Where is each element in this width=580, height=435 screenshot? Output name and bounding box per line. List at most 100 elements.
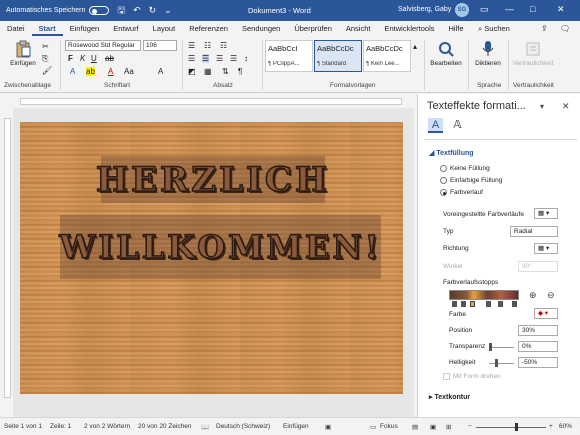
user-name[interactable]: Salvisberg, Gaby <box>398 6 451 13</box>
transparency-slider-thumb[interactable] <box>489 343 492 351</box>
tab-datei[interactable]: Datei <box>0 21 32 36</box>
gradient-stop[interactable] <box>498 301 503 307</box>
customize-icon[interactable]: ⌄ <box>164 5 172 16</box>
checkbox[interactable] <box>443 373 450 380</box>
ruler-scale[interactable] <box>20 98 402 105</box>
web-layout-icon[interactable]: ⊞ <box>446 423 451 431</box>
underline-button[interactable]: U <box>91 54 97 63</box>
font-shrink-button[interactable]: A <box>158 67 163 76</box>
avatar[interactable]: SG <box>455 3 469 17</box>
multilevel-icon[interactable]: ☶ <box>220 41 227 50</box>
font-name-field[interactable]: Rosewood Std Regular <box>65 40 141 51</box>
strikethrough-button[interactable]: ab <box>105 54 114 63</box>
pane-close-icon[interactable]: ✕ <box>562 101 570 112</box>
add-stop-icon[interactable]: ⊕ <box>529 290 537 301</box>
text-box-herzlich[interactable]: HERZLICH <box>95 156 328 203</box>
brightness-slider[interactable] <box>489 363 514 364</box>
search-box[interactable]: ⌕ Suchen <box>478 21 510 36</box>
sort-icon[interactable]: ⇅ <box>222 67 229 76</box>
shading-icon[interactable]: ◩ <box>188 67 196 76</box>
copy-icon[interactable]: ⎘ <box>42 54 48 64</box>
styles-scroll-icon[interactable]: ▴ <box>413 42 417 51</box>
format-painter-icon[interactable]: 🖌 <box>42 66 52 75</box>
minimize-icon[interactable]: — <box>505 4 514 14</box>
bold-button[interactable]: F <box>68 54 73 63</box>
style-standard[interactable]: AaBbCcDc ¶ Standard <box>314 40 362 72</box>
highlight-button[interactable]: ab <box>86 67 95 76</box>
tab-ueberpruefen[interactable]: Überprüfen <box>287 21 339 36</box>
char-count[interactable]: 20 von 20 Zeichen <box>138 423 191 430</box>
zoom-in-icon[interactable]: + <box>549 423 553 430</box>
radio-button[interactable] <box>440 165 447 172</box>
zoom-slider-thumb[interactable] <box>515 423 518 431</box>
vertical-ruler-scale[interactable] <box>4 118 11 398</box>
justify-icon[interactable]: ☰ <box>230 54 237 63</box>
borders-icon[interactable]: ▦ <box>204 67 212 76</box>
angle-field[interactable]: 90° <box>518 261 558 272</box>
focus-label[interactable]: Fokus <box>380 423 398 430</box>
macro-icon[interactable]: ▣ <box>325 423 331 431</box>
radio-button[interactable] <box>440 177 447 184</box>
position-field[interactable]: 30% <box>518 325 558 336</box>
autosave-toggle-group[interactable]: Automatisches Speichern <box>6 6 110 15</box>
close-icon[interactable]: ✕ <box>557 4 565 15</box>
font-size-field[interactable]: 106 <box>143 40 177 51</box>
autosave-toggle[interactable] <box>89 6 110 15</box>
print-layout-icon[interactable]: ▣ <box>430 423 436 431</box>
transparency-slider[interactable] <box>489 347 514 348</box>
pilcrow-icon[interactable]: ¶ <box>238 67 242 76</box>
cut-icon[interactable]: ✂ <box>42 42 49 51</box>
brightness-field[interactable]: -50% <box>518 357 558 368</box>
tab-referenzen[interactable]: Referenzen <box>182 21 235 36</box>
insert-mode[interactable]: Einfügen <box>283 423 309 430</box>
font-grow-button[interactable]: Aa <box>124 67 134 76</box>
share-icon[interactable]: ⇪ <box>541 24 548 33</box>
radio-gradient-fill[interactable]: Farbverlauf <box>440 189 483 196</box>
tab-entwurf[interactable]: Entwurf <box>106 21 145 36</box>
line-spacing-icon[interactable]: ↕ <box>244 54 248 63</box>
gradient-stop[interactable] <box>461 301 466 307</box>
remove-stop-icon[interactable]: ⊖ <box>547 290 555 301</box>
align-right-icon[interactable]: ☰ <box>216 54 223 63</box>
paste-button[interactable]: Einfügen <box>8 40 38 67</box>
proofing-icon[interactable]: 📖 <box>201 423 209 431</box>
ribbon-display-icon[interactable]: ▭ <box>480 4 489 15</box>
style-pclipp[interactable]: AaBbCcI ¶ PClippA... <box>265 40 313 72</box>
italic-button[interactable]: K <box>80 54 85 63</box>
font-color-button[interactable]: A <box>108 67 113 76</box>
comments-icon[interactable]: 🗨 <box>560 24 570 33</box>
word-count[interactable]: 2 von 2 Wörtern <box>84 423 130 430</box>
tab-layout[interactable]: Layout <box>146 21 183 36</box>
color-dropdown[interactable]: ◆ ▾ <box>534 308 558 319</box>
style-kein-leerraum[interactable]: AaBbCcDc ¶ Kein Lee... <box>363 40 411 72</box>
radio-solid-fill[interactable]: Einfarbige Füllung <box>440 177 502 184</box>
tab-einfuegen[interactable]: Einfügen <box>63 21 107 36</box>
type-dropdown[interactable]: Radial <box>510 226 558 237</box>
document-page[interactable]: HERZLICH WILLKOMMEN! <box>20 122 403 394</box>
confidential-button[interactable]: Vertraulichkeit <box>510 40 556 67</box>
preset-gradients-dropdown[interactable]: ▦ ▾ <box>534 208 558 219</box>
zoom-out-icon[interactable]: − <box>468 423 472 430</box>
read-mode-icon[interactable]: ▤ <box>412 423 418 431</box>
focus-icon[interactable]: ▭ <box>370 423 376 431</box>
text-fill-outline-tab[interactable]: A <box>428 118 443 133</box>
text-effects-tab[interactable]: 𝔸 <box>450 118 465 133</box>
gradient-stops-bar[interactable] <box>449 290 519 300</box>
page-count[interactable]: Seite 1 von 1 <box>4 423 42 430</box>
gradient-stop[interactable] <box>486 301 491 307</box>
align-left-icon[interactable]: ☰ <box>188 54 195 63</box>
maximize-icon[interactable]: □ <box>530 4 535 14</box>
bullets-icon[interactable]: ☰ <box>188 41 195 50</box>
text-box-willkommen[interactable]: WILLKOMMEN! <box>59 215 381 279</box>
brightness-slider-thumb[interactable] <box>495 359 498 367</box>
text-effects-button[interactable]: A <box>70 67 75 76</box>
direction-dropdown[interactable]: ▦ ▾ <box>534 243 558 254</box>
align-center-icon[interactable]: ☰ <box>202 54 210 63</box>
gradient-stop[interactable] <box>452 301 457 307</box>
gradient-stop-selected[interactable] <box>470 301 475 307</box>
language[interactable]: Deutsch (Schweiz) <box>216 423 270 430</box>
section-text-outline[interactable]: ▸ Textkontur <box>429 393 470 401</box>
tab-start[interactable]: Start <box>31 21 63 36</box>
zoom-level[interactable]: 60% <box>559 423 572 430</box>
redo-icon[interactable]: ↻ <box>149 5 157 16</box>
